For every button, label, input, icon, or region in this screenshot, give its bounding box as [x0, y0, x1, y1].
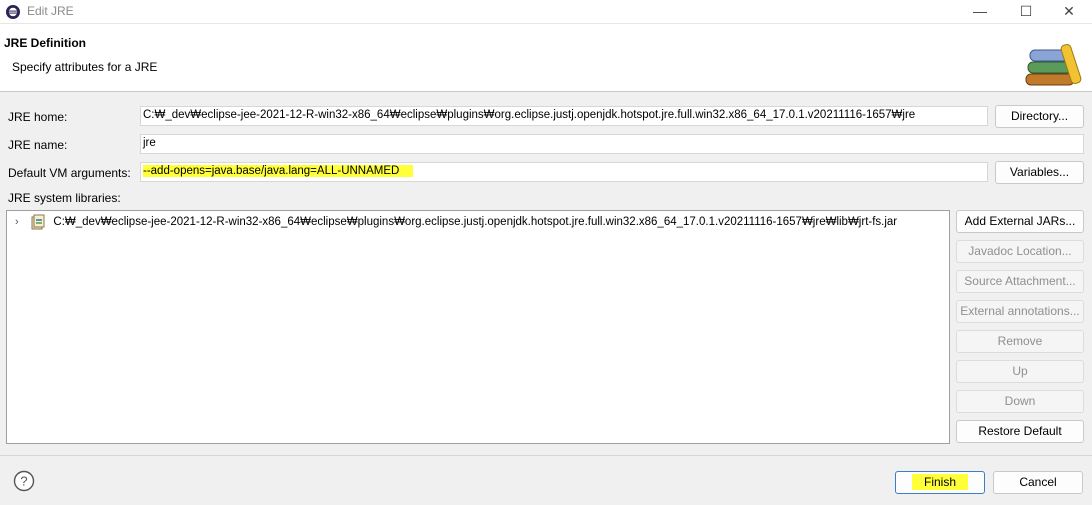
- add-external-jars-button[interactable]: Add External JARs...: [956, 210, 1084, 233]
- jre-name-label: JRE name:: [8, 138, 68, 152]
- maximize-button[interactable]: ☐: [1003, 0, 1049, 24]
- finish-button[interactable]: Finish: [895, 471, 985, 494]
- footer-divider: [0, 455, 1092, 456]
- help-icon[interactable]: ?: [13, 470, 35, 492]
- javadoc-location-button[interactable]: Javadoc Location...: [956, 240, 1084, 263]
- libraries-tree[interactable]: › C:₩_dev₩eclipse-jee-2021-12-R-win32-x8…: [6, 210, 950, 444]
- library-row[interactable]: › C:₩_dev₩eclipse-jee-2021-12-R-win32-x8…: [15, 214, 897, 230]
- svg-text:?: ?: [20, 474, 27, 489]
- external-annotations-button[interactable]: External annotations...: [956, 300, 1084, 323]
- jre-home-label: JRE home:: [8, 110, 68, 124]
- cancel-button[interactable]: Cancel: [993, 471, 1083, 494]
- books-banner-icon: [1025, 43, 1082, 86]
- page-subtitle: Specify attributes for a JRE: [12, 60, 158, 74]
- title-bar: Edit JRE — ☐ ✕: [0, 0, 1092, 24]
- down-button[interactable]: Down: [956, 390, 1084, 413]
- jar-file-icon: [31, 214, 45, 230]
- vm-args-value: --add-opens=java.base/java.lang=ALL-UNNA…: [143, 165, 414, 177]
- window-title: Edit JRE: [27, 4, 74, 18]
- up-button[interactable]: Up: [956, 360, 1084, 383]
- page-title: JRE Definition: [4, 36, 87, 50]
- directory-button[interactable]: Directory...: [995, 105, 1084, 128]
- chevron-right-icon[interactable]: ›: [15, 216, 27, 228]
- remove-button[interactable]: Remove: [956, 330, 1084, 353]
- source-attachment-button[interactable]: Source Attachment...: [956, 270, 1084, 293]
- restore-default-button[interactable]: Restore Default: [956, 420, 1084, 443]
- dialog-header: JRE Definition Specify attributes for a …: [0, 24, 1092, 92]
- variables-button[interactable]: Variables...: [995, 161, 1084, 184]
- minimize-button[interactable]: —: [957, 0, 1003, 24]
- eclipse-icon: [6, 5, 20, 19]
- jre-home-field[interactable]: C:₩_dev₩eclipse-jee-2021-12-R-win32-x86_…: [140, 106, 988, 126]
- close-button[interactable]: ✕: [1046, 0, 1092, 24]
- vm-args-field[interactable]: --add-opens=java.base/java.lang=ALL-UNNA…: [140, 162, 988, 182]
- jre-name-field[interactable]: jre: [140, 134, 1084, 154]
- libraries-label: JRE system libraries:: [8, 191, 121, 205]
- finish-label: Finish: [911, 474, 968, 490]
- library-path: C:₩_dev₩eclipse-jee-2021-12-R-win32-x86_…: [53, 216, 898, 228]
- vm-args-label: Default VM arguments:: [8, 166, 131, 180]
